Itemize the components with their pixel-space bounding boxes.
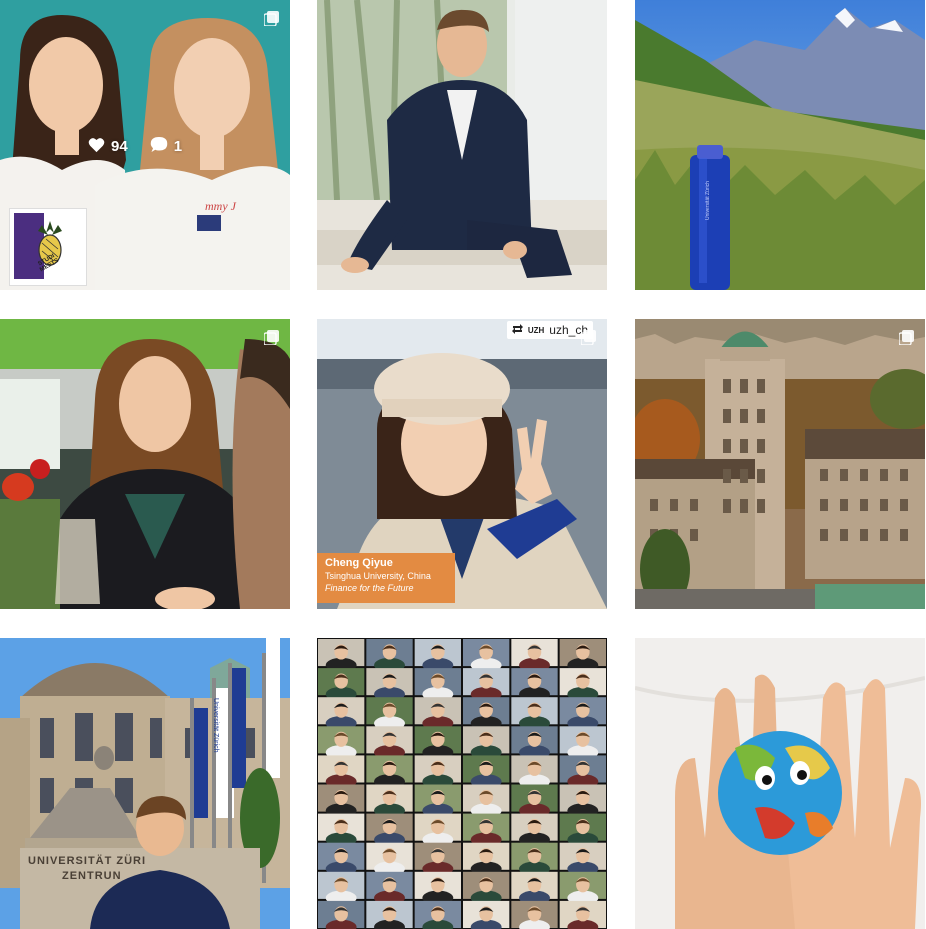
post-tile-8[interactable] (317, 638, 607, 929)
post-image (0, 638, 290, 929)
participant-tile (414, 900, 461, 929)
post-image (317, 638, 607, 929)
bottle-label: Universität Zürich (705, 181, 711, 220)
participant-tile (511, 900, 558, 929)
post-image (635, 638, 925, 929)
caption-school: Tsinghua University, China (325, 571, 431, 581)
post-tile-3[interactable]: Universität Zürich (635, 0, 925, 290)
post-tile-1[interactable]: mmy J 94 1 STUDI MEETS (0, 0, 290, 290)
flag-text: Universität Zürich (212, 698, 219, 753)
participant-tile (366, 900, 413, 929)
comments: 1 (150, 136, 182, 157)
participant-tile (559, 900, 606, 929)
repost-tag: UZH (527, 325, 545, 335)
building-inscription-2: ZENTRUN (62, 870, 122, 882)
post-stats: 94 1 (88, 136, 182, 157)
participant-tile (318, 900, 365, 929)
post-image (635, 319, 925, 609)
multiple-images-icon (264, 330, 279, 345)
post-tile-6[interactable] (635, 319, 925, 609)
like-count: 94 (111, 138, 128, 155)
likes: 94 (88, 137, 128, 157)
post-tile-7[interactable]: UNIVERSITÄT ZÜRI ZENTRUN Universität Zür… (0, 638, 290, 929)
building-inscription-1: UNIVERSITÄT ZÜRI (28, 855, 147, 867)
post-image (0, 319, 290, 609)
studi-meets-logo: STUDI MEETS (9, 208, 87, 286)
post-tile-2[interactable] (317, 0, 607, 290)
post-image (317, 0, 607, 290)
multiple-images-icon (581, 330, 596, 345)
repost-icon (511, 323, 523, 337)
caption-program: Finance for the Future (325, 583, 414, 593)
participant-tile (463, 900, 510, 929)
caption-name: Cheng Qiyue (325, 557, 393, 569)
post-tile-9[interactable] (635, 638, 925, 929)
post-grid: mmy J 94 1 STUDI MEETS Universität Züric… (0, 0, 926, 929)
svg-text:mmy J: mmy J (205, 199, 237, 213)
post-tile-5[interactable]: UZH uzh_ch Cheng Qiyue Tsinghua Universi… (317, 319, 607, 609)
comment-icon (150, 136, 168, 157)
caption-box: Cheng Qiyue Tsinghua University, China F… (317, 553, 455, 603)
post-tile-4[interactable] (0, 319, 290, 609)
comment-count: 1 (173, 138, 183, 155)
heart-icon (88, 137, 105, 157)
multiple-images-icon (264, 11, 279, 26)
post-image (635, 0, 925, 290)
multiple-images-icon (899, 330, 914, 345)
